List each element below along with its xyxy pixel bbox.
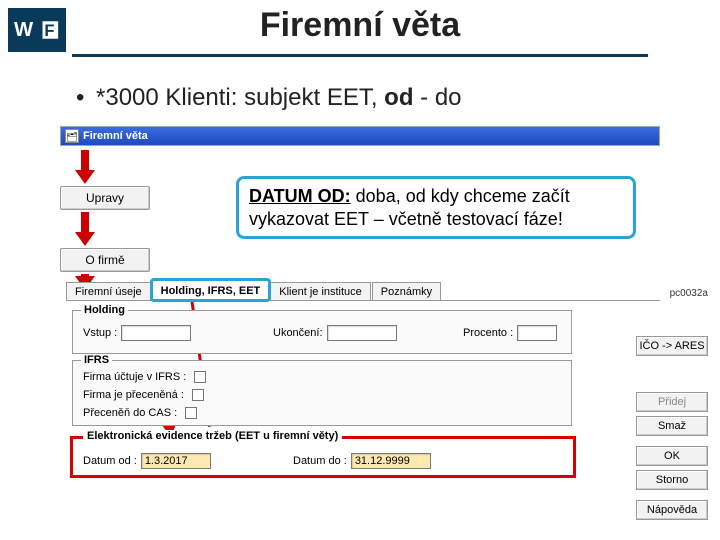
tab-2-label: Klient je instituce (279, 286, 362, 298)
procento-input[interactable] (517, 325, 557, 341)
tab-firemni-useje[interactable]: Firemní úseje (66, 282, 151, 300)
group-eet: Elektronická evidence tržeb (EET u firem… (70, 436, 576, 478)
ofirme-label: O firmě (85, 253, 124, 267)
ico-ares-label: IČO -> ARES (639, 340, 704, 352)
napoveda-button[interactable]: Nápověda (636, 500, 708, 520)
title-underline (72, 54, 648, 57)
arrow-down-2 (76, 212, 94, 246)
eet-od-label: Datum od : (83, 455, 137, 467)
procento-label: Procento : (463, 327, 513, 339)
group-eet-legend: Elektronická evidence tržeb (EET u firem… (83, 430, 342, 442)
tab-0-label: Firemní úseje (75, 286, 142, 298)
bullet-text-2: - do (414, 84, 462, 111)
smaz-label: Smaž (658, 420, 686, 432)
eet-od-input[interactable]: 1.3.2017 (141, 453, 211, 469)
group-ifrs: IFRS Firma účtuje v IFRS : Firma je přec… (72, 360, 572, 426)
napoveda-label: Nápověda (647, 504, 697, 516)
tab-1-label: Holding, IFRS, EET (161, 285, 261, 297)
ok-button[interactable]: OK (636, 446, 708, 466)
bullet-text-1: *3000 Klienti: subjekt EET, (96, 84, 384, 111)
group-holding-legend: Holding (81, 304, 128, 316)
tab-poznamky[interactable]: Poznámky (372, 282, 441, 300)
ukonceni-input[interactable] (327, 325, 397, 341)
ifrs-r3-check[interactable] (185, 407, 197, 419)
tab-3-label: Poznámky (381, 286, 432, 298)
ok-label: OK (664, 450, 680, 462)
window-icon: 🗂 (65, 129, 79, 143)
ifrs-r1-check[interactable] (194, 371, 206, 383)
storno-label: Storno (656, 474, 688, 486)
storno-button[interactable]: Storno (636, 470, 708, 490)
upravy-button[interactable]: Upravy (60, 186, 150, 210)
ifrs-r3-label: Přeceněň do CAS : (83, 407, 177, 419)
bullet-line: • *3000 Klienti: subjekt EET, od - do (76, 84, 462, 112)
callout-box: DATUM OD: doba, od kdy chceme začít vyka… (236, 176, 636, 239)
ukonceni-label: Ukončení: (273, 327, 323, 339)
arrow-down-1 (76, 150, 94, 184)
ico-ares-button[interactable]: IČO -> ARES (636, 336, 708, 356)
slide-title: Firemní věta (0, 6, 720, 45)
tab-underline (66, 300, 660, 301)
tab-holding-ifrs-eet[interactable]: Holding, IFRS, EET (152, 280, 270, 300)
pridej-button[interactable]: Přidej (636, 392, 708, 412)
ifrs-r2-label: Firma je přeceněná : (83, 389, 184, 401)
window-title: Firemní věta (83, 130, 148, 142)
group-holding: Holding Vstup : Ukončení: Procento : (72, 310, 572, 354)
tab-strip: Firemní úseje Holding, IFRS, EET Klient … (66, 280, 626, 300)
ifrs-r1-label: Firma účtuje v IFRS : (83, 371, 186, 383)
group-ifrs-legend: IFRS (81, 354, 112, 366)
tab-klient-instituce[interactable]: Klient je instituce (270, 282, 371, 300)
vstup-input[interactable] (121, 325, 191, 341)
bullet-od: od (384, 84, 413, 111)
smaz-button[interactable]: Smaž (636, 416, 708, 436)
pc-label: pc0032a (670, 288, 708, 299)
bullet-dot: • (76, 84, 86, 112)
callout-label: DATUM OD: (249, 186, 351, 206)
vstup-label: Vstup : (83, 327, 117, 339)
eet-do-input[interactable]: 31.12.9999 (351, 453, 431, 469)
ifrs-r2-check[interactable] (192, 389, 204, 401)
upravy-label: Upravy (86, 191, 124, 205)
ofirme-button[interactable]: O firmě (60, 248, 150, 272)
window-titlebar: 🗂 Firemní věta (60, 126, 660, 146)
pridej-label: Přidej (658, 396, 686, 408)
eet-do-label: Datum do : (293, 455, 347, 467)
